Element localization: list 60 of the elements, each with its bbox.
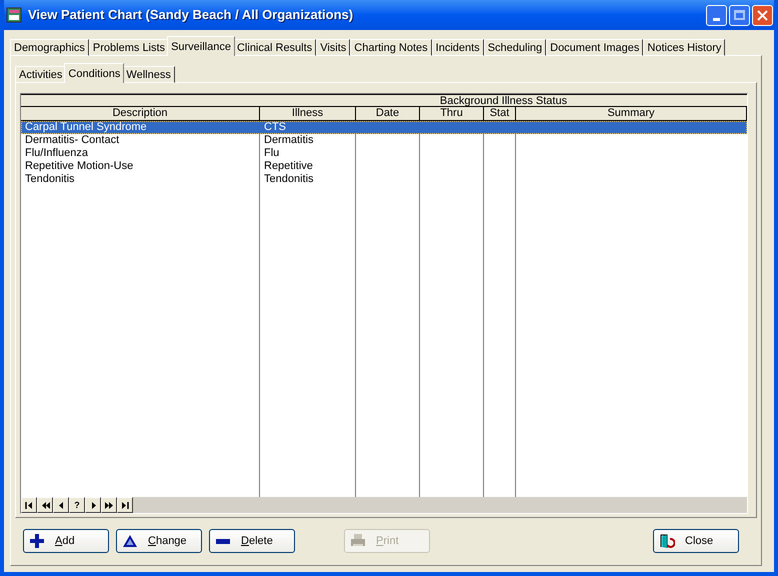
- sub-tab[interactable]: Conditions: [64, 63, 124, 83]
- rewind-button[interactable]: [37, 497, 53, 513]
- tab[interactable]: Notices History: [643, 39, 726, 56]
- door-icon: [659, 533, 675, 549]
- table-row[interactable]: Carpal Tunnel Syndrome CTS: [21, 121, 747, 134]
- left-arrow-icon: [24, 500, 34, 510]
- column-header[interactable]: Thru: [420, 107, 484, 120]
- tab[interactable]: Charting Notes: [350, 39, 432, 56]
- table-cell: Dermatitis- Contact: [25, 134, 120, 146]
- close-button[interactable]: Close: [653, 529, 739, 553]
- printer-icon: [350, 533, 366, 549]
- column-header[interactable]: Illness: [260, 107, 356, 120]
- maximize-button[interactable]: [729, 4, 750, 26]
- table-cell: Repetitive Motion-Use: [25, 160, 134, 172]
- tab[interactable]: Surveillance: [167, 36, 235, 56]
- delete-button[interactable]: Delete: [209, 529, 295, 553]
- app-icon: [6, 7, 22, 23]
- tab[interactable]: Scheduling: [484, 39, 546, 56]
- table-cell: Carpal Tunnel Syndrome: [25, 121, 147, 133]
- close-icon: [757, 10, 768, 20]
- previous-button[interactable]: [53, 497, 69, 513]
- table-cell: Flu/Influenza: [25, 147, 88, 159]
- table-row[interactable]: Tendonitis Tendonitis: [21, 173, 747, 186]
- last-record-button[interactable]: [117, 497, 133, 513]
- tab[interactable]: Problems Lists: [88, 39, 170, 56]
- table-cell: Tendonitis: [25, 173, 75, 185]
- sub-tab[interactable]: Wellness: [122, 66, 175, 83]
- table-cell: Repetitive: [264, 160, 313, 172]
- table-row[interactable]: Repetitive Motion-Use Repetitive: [21, 160, 747, 173]
- fast-forward-button[interactable]: [101, 497, 117, 513]
- add-button[interactable]: Add: [23, 529, 109, 553]
- left-arrow-icon: [40, 500, 50, 510]
- table-row[interactable]: Flu/Influenza Flu: [21, 147, 747, 160]
- first-record-button[interactable]: [21, 497, 37, 513]
- query-button[interactable]: ?: [69, 497, 85, 513]
- next-button[interactable]: [85, 497, 101, 513]
- plus-icon: [29, 533, 45, 549]
- tab[interactable]: Incidents: [432, 39, 484, 56]
- close-button[interactable]: [752, 4, 773, 26]
- minimize-button[interactable]: [706, 4, 727, 26]
- sub-tab[interactable]: Activities: [15, 66, 66, 83]
- table-row[interactable]: Dermatitis- Contact Dermatitis: [21, 134, 747, 147]
- tab[interactable]: Demographics: [10, 39, 89, 56]
- triangle-icon: [122, 533, 138, 549]
- change-button[interactable]: Change: [116, 529, 202, 553]
- column-header[interactable]: Description: [21, 107, 260, 120]
- tab[interactable]: Document Images: [546, 39, 644, 56]
- tab[interactable]: Visits: [316, 39, 350, 56]
- right-arrow-icon: [120, 500, 130, 510]
- column-header[interactable]: Date: [356, 107, 420, 120]
- window-title: View Patient Chart (Sandy Beach / All Organizations): [28, 6, 354, 24]
- tab[interactable]: Clinical Results: [232, 39, 316, 56]
- table-cell: CTS: [264, 121, 286, 133]
- right-arrow-icon: [104, 500, 114, 510]
- group-header: Background Illness Status: [438, 95, 568, 106]
- table-cell: Flu: [264, 147, 280, 159]
- column-header[interactable]: Stat: [484, 107, 516, 120]
- table-cell: Dermatitis: [264, 134, 314, 146]
- table-cell: Tendonitis: [264, 173, 314, 185]
- column-header[interactable]: Summary: [516, 107, 747, 120]
